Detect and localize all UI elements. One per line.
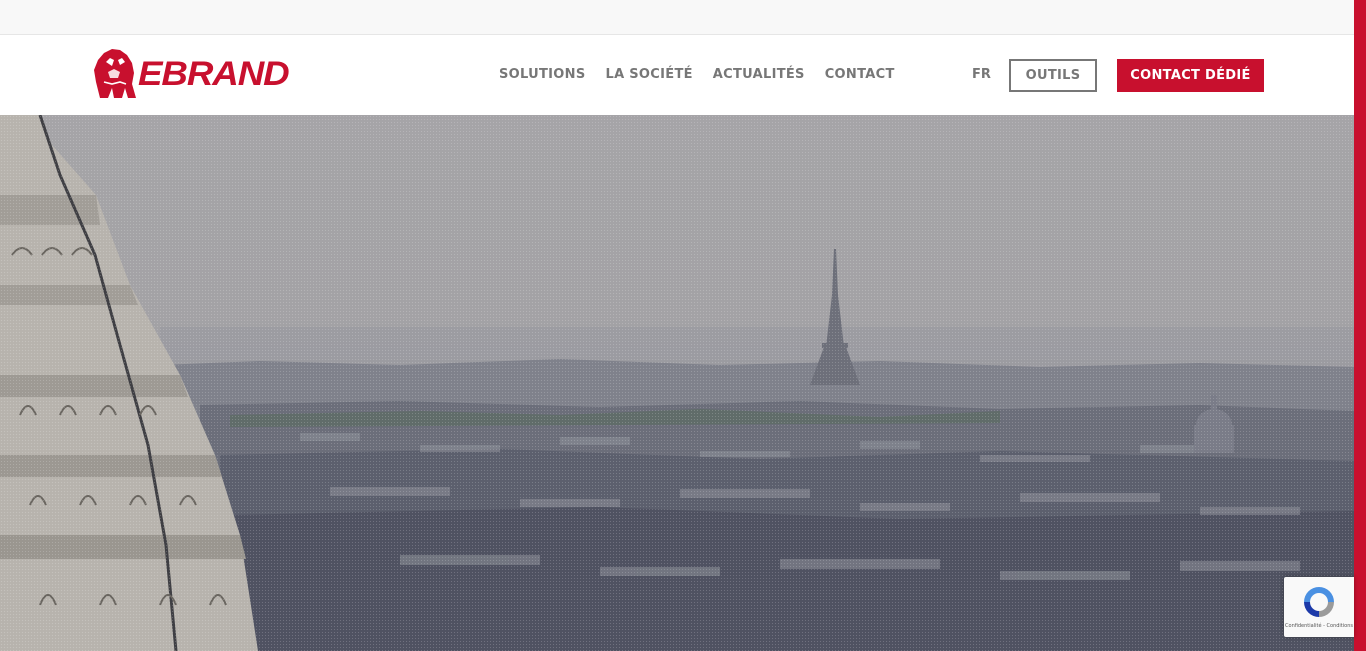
recaptcha-icon: [1304, 587, 1334, 617]
main-navigation: SOLUTIONS LA SOCIÉTÉ ACTUALITÉS CONTACT: [499, 67, 895, 82]
brand-name: EBRAND: [138, 55, 290, 93]
dedicated-contact-button[interactable]: CONTACT DÉDIÉ: [1117, 59, 1264, 92]
nav-item-actualites[interactable]: ACTUALITÉS: [713, 67, 805, 82]
bear-logo-icon: [94, 49, 136, 98]
accent-stripe: [1354, 0, 1366, 651]
site-header: EBRAND SOLUTIONS LA SOCIÉTÉ ACTUALITÉS C…: [0, 35, 1354, 115]
top-utility-bar: [0, 0, 1354, 35]
recaptcha-links[interactable]: Confidentialité - Conditions: [1284, 623, 1354, 629]
hero-image: [0, 115, 1354, 651]
nav-item-solutions[interactable]: SOLUTIONS: [499, 67, 586, 82]
hero-dot-overlay: [0, 115, 1354, 651]
language-switcher[interactable]: FR: [972, 67, 991, 82]
nav-item-la-societe[interactable]: LA SOCIÉTÉ: [606, 67, 693, 82]
nav-item-contact[interactable]: CONTACT: [825, 67, 895, 82]
recaptcha-badge[interactable]: Confidentialité - Conditions: [1284, 577, 1354, 637]
brand-logo[interactable]: EBRAND: [92, 48, 290, 100]
tools-button[interactable]: OUTILS: [1009, 59, 1097, 92]
